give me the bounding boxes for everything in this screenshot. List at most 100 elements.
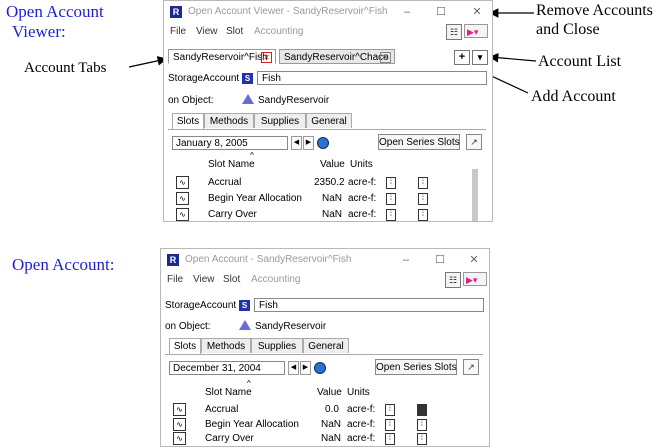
- slot-flag-icon[interactable]: ⁞: [418, 177, 428, 189]
- account-tab-chaco[interactable]: SandyReservoir^Chaco ✕: [279, 49, 395, 64]
- vertical-scrollbar[interactable]: [472, 169, 478, 221]
- title-bar[interactable]: R Open Account Viewer - SandyReservoir^F…: [164, 1, 492, 23]
- minimize-icon[interactable]: –: [396, 4, 418, 20]
- slot-flag-icon[interactable]: ⁞: [417, 433, 427, 445]
- riverware-logo-icon: R: [167, 254, 179, 266]
- menu-bar: File View Slot Accounting ☷ ▶▾: [161, 271, 489, 288]
- account-name-field[interactable]: Fish: [254, 298, 484, 312]
- maximize-icon[interactable]: ☐: [430, 4, 452, 20]
- arrow-right-icon[interactable]: ▶: [300, 361, 311, 375]
- title-bar[interactable]: R Open Account - SandyReservoir^Fish – ☐…: [161, 249, 489, 271]
- slot-flag-icon[interactable]: ⁞: [386, 193, 396, 205]
- col-header-units[interactable]: Units: [347, 387, 370, 398]
- col-header-slot-name[interactable]: Slot Name: [208, 159, 255, 170]
- report-icon[interactable]: ☷: [446, 24, 462, 40]
- slot-flag-icon[interactable]: [417, 404, 427, 416]
- menu-accounting[interactable]: Accounting: [254, 26, 303, 37]
- open-series-slots-button[interactable]: Open Series Slots: [375, 359, 457, 375]
- export-menu-button[interactable]: ▶▾: [463, 272, 487, 286]
- menu-view[interactable]: View: [196, 26, 218, 37]
- menu-slot[interactable]: Slot: [223, 274, 240, 285]
- tab-supplies[interactable]: Supplies: [251, 338, 303, 353]
- tab-close-icon[interactable]: ✕: [261, 52, 272, 63]
- menu-file[interactable]: File: [170, 26, 186, 37]
- slot-type-icon: ∿: [176, 208, 189, 221]
- slot-name[interactable]: Accrual: [205, 404, 238, 415]
- slot-units: acre-f:: [347, 404, 376, 415]
- tab-close-icon[interactable]: ✕: [380, 52, 391, 63]
- slot-flag-icon[interactable]: ⁞: [385, 433, 395, 445]
- chart-icon[interactable]: ↗: [466, 134, 482, 150]
- on-object-label: on Object:: [168, 95, 214, 106]
- col-header-value[interactable]: Value: [317, 387, 342, 398]
- slot-flag-icon[interactable]: ⁞: [386, 177, 396, 189]
- slot-name[interactable]: Begin Year Allocation: [208, 193, 302, 204]
- account-tab-fish[interactable]: SandyReservoir^Fish ✕: [168, 49, 276, 64]
- open-account-window: R Open Account - SandyReservoir^Fish – ☐…: [160, 248, 490, 447]
- tab-methods[interactable]: Methods: [201, 338, 251, 353]
- account-list-button[interactable]: ▾: [472, 50, 488, 65]
- maximize-icon[interactable]: ☐: [429, 252, 451, 268]
- window-title: Open Account Viewer - SandyReservoir^Fis…: [188, 6, 388, 17]
- col-header-units[interactable]: Units: [350, 159, 373, 170]
- menu-view[interactable]: View: [193, 274, 215, 285]
- object-icon: [239, 320, 251, 330]
- slot-flag-icon[interactable]: ⁞: [417, 419, 427, 431]
- slot-value[interactable]: NaN: [322, 193, 342, 204]
- minimize-icon[interactable]: –: [395, 252, 417, 268]
- arrow-left-icon[interactable]: ◀: [288, 361, 299, 375]
- slot-value[interactable]: 0.0: [325, 404, 339, 415]
- add-account-button[interactable]: +: [454, 50, 470, 65]
- on-object-label: on Object:: [165, 321, 211, 332]
- window-title: Open Account - SandyReservoir^Fish: [185, 254, 352, 265]
- date-field[interactable]: January 8, 2005: [172, 136, 288, 150]
- date-field[interactable]: December 31, 2004: [169, 361, 285, 375]
- slot-flag-icon[interactable]: ⁞: [418, 209, 428, 221]
- object-name[interactable]: SandyReservoir: [255, 321, 326, 332]
- globe-icon[interactable]: [317, 137, 329, 149]
- slot-name[interactable]: Begin Year Allocation: [205, 419, 299, 430]
- slot-value[interactable]: NaN: [321, 433, 341, 444]
- slot-type-icon: ∿: [173, 418, 186, 431]
- col-header-slot-name[interactable]: Slot Name: [205, 387, 252, 398]
- open-series-slots-button[interactable]: Open Series Slots: [378, 134, 460, 150]
- slot-flag-icon[interactable]: ⁞: [385, 404, 395, 416]
- tab-general[interactable]: General: [303, 338, 349, 353]
- sub-tab-bar: Slots Methods Supplies General: [168, 113, 486, 130]
- chart-icon[interactable]: ↗: [463, 359, 479, 375]
- col-header-value[interactable]: Value: [320, 159, 345, 170]
- slot-name[interactable]: Carry Over: [205, 433, 254, 444]
- slot-units: acre-f:: [347, 433, 376, 444]
- account-tab-label: SandyReservoir^Fish: [173, 52, 268, 63]
- menu-accounting[interactable]: Accounting: [251, 274, 300, 285]
- slot-flag-icon[interactable]: ⁞: [385, 419, 395, 431]
- slot-type-icon: ∿: [176, 192, 189, 205]
- sort-indicator-icon: ^: [250, 151, 254, 160]
- tab-methods[interactable]: Methods: [204, 113, 254, 128]
- close-icon[interactable]: ✕: [463, 252, 485, 268]
- menu-slot[interactable]: Slot: [226, 26, 243, 37]
- arrow-right-icon[interactable]: ▶: [303, 136, 314, 150]
- slot-units: acre-f:: [348, 209, 377, 220]
- slot-value[interactable]: NaN: [321, 419, 341, 430]
- arrow-left-icon[interactable]: ◀: [291, 136, 302, 150]
- tab-slots[interactable]: Slots: [172, 113, 204, 129]
- slot-value[interactable]: NaN: [322, 209, 342, 220]
- slot-name[interactable]: Carry Over: [208, 209, 257, 220]
- tab-supplies[interactable]: Supplies: [254, 113, 306, 128]
- slot-name[interactable]: Accrual: [208, 177, 241, 188]
- tab-general[interactable]: General: [306, 113, 352, 128]
- export-menu-button[interactable]: ▶▾: [464, 24, 488, 38]
- globe-icon[interactable]: [314, 362, 326, 374]
- slot-flag-icon[interactable]: ⁞: [418, 193, 428, 205]
- menu-file[interactable]: File: [167, 274, 183, 285]
- close-icon[interactable]: ✕: [466, 4, 488, 20]
- account-name-field[interactable]: Fish: [257, 71, 487, 85]
- open-account-viewer-window: R Open Account Viewer - SandyReservoir^F…: [163, 0, 493, 222]
- slot-flag-icon[interactable]: ⁞: [386, 209, 396, 221]
- object-name[interactable]: SandyReservoir: [258, 95, 329, 106]
- report-icon[interactable]: ☷: [445, 272, 461, 288]
- tab-slots[interactable]: Slots: [169, 338, 201, 354]
- slot-value[interactable]: 2350.2: [314, 177, 345, 188]
- arrow-account-tabs: [128, 56, 168, 68]
